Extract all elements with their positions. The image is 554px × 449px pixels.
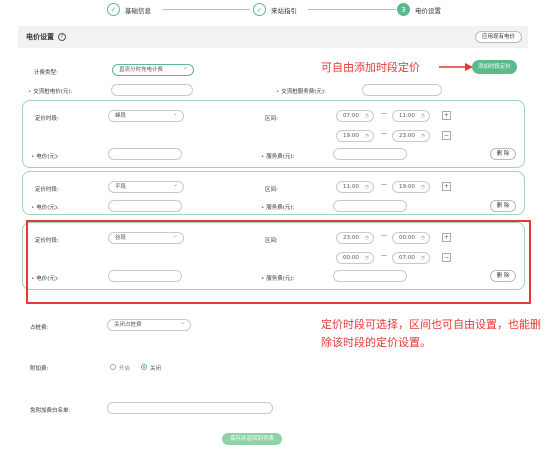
step-directions[interactable]: ✓ 来站指引 <box>253 3 297 16</box>
range-end-input[interactable]: 23:00 <box>392 130 430 142</box>
price-label: 电价(元): <box>31 152 59 160</box>
range-dash: — <box>381 130 387 137</box>
billing-type-label: 计费类型: <box>34 70 58 76</box>
service-fee-label: 服务费(元): <box>261 203 294 211</box>
ac-service-fee-input[interactable] <box>362 84 442 96</box>
range-label: 区间: <box>265 187 278 193</box>
step-label: 基础信息 <box>125 6 151 15</box>
billing-type-select[interactable]: 直流分时充电计费 <box>112 63 194 76</box>
add-period-annotation: 可自由添加时段定价 <box>321 61 420 74</box>
range-start-input[interactable]: 07:00 <box>336 110 374 122</box>
service-fee-label: 服务费(元): <box>261 152 294 160</box>
range-label: 区间: <box>265 116 278 122</box>
add-range-icon[interactable]: + <box>442 182 451 191</box>
step-done-icon: ✓ <box>107 3 120 16</box>
save-and-return-button[interactable]: 保存并返回到列表 <box>222 433 283 445</box>
section-header: 电价设置 ? 应用现有电价 <box>18 26 528 48</box>
period-annotation: 定价时段可选择，区间也可自由设置，也能删除该时段的定价设置。 <box>321 318 541 349</box>
price-label: 电价(元): <box>31 203 59 211</box>
delete-period-button[interactable]: 删 除 <box>490 200 516 212</box>
annotation-arrow-icon <box>439 63 473 71</box>
surcharge-off-label: 关闭 <box>150 366 162 372</box>
surcharge-on-radio[interactable] <box>110 364 116 370</box>
period-card-flat: 定价时段: 平段 区间: 11:00 — 19:00 + 电价(元): 服务费(… <box>22 171 525 215</box>
period-card-peak: 定价时段: 峰段 区间: 07:00 — 11:00 + 19:00 — 23:… <box>22 100 525 168</box>
step-label: 电价设置 <box>415 6 441 15</box>
period-label: 定价时段: <box>35 187 59 193</box>
page-title: 电价设置 <box>26 33 54 41</box>
surcharge-label: 附加费: <box>30 366 49 372</box>
step-connector <box>162 9 250 10</box>
surcharge-on-label: 开启 <box>119 366 131 372</box>
step-connector <box>308 9 396 10</box>
range-end-input[interactable]: 11:00 <box>392 110 430 122</box>
surcharge-off-radio[interactable] <box>141 364 147 370</box>
whitelist-input[interactable] <box>107 402 273 414</box>
whitelist-label: 免附加费白名单: <box>30 408 71 414</box>
stepper: ✓ 基础信息 ✓ 来站指引 3 电价设置 <box>0 0 554 22</box>
occupancy-fee-label: 占桩费: <box>30 325 49 331</box>
range-dash: — <box>381 181 387 188</box>
step-pricing[interactable]: 3 电价设置 <box>397 3 441 16</box>
step-label: 来站指引 <box>271 6 297 15</box>
service-fee-input[interactable] <box>333 200 407 212</box>
ac-service-fee-label: 交流桩服务费(元): <box>276 87 326 95</box>
ac-elec-price-label: 交流桩电价(元): <box>28 87 72 95</box>
highlight-frame <box>26 220 531 304</box>
period-label: 定价时段: <box>35 116 59 122</box>
service-fee-input[interactable] <box>333 148 407 160</box>
range-dash: — <box>381 110 387 117</box>
range-start-input[interactable]: 11:00 <box>336 181 374 193</box>
range-end-input[interactable]: 19:00 <box>392 181 430 193</box>
step-basic-info[interactable]: ✓ 基础信息 <box>107 3 151 16</box>
help-icon[interactable]: ? <box>58 33 66 41</box>
occupancy-fee-select[interactable]: 关闭占桩费 <box>107 318 191 331</box>
price-input[interactable] <box>108 148 182 160</box>
step-done-icon: ✓ <box>253 3 266 16</box>
remove-range-icon[interactable]: − <box>442 131 451 140</box>
price-input[interactable] <box>108 200 182 212</box>
add-range-icon[interactable]: + <box>442 111 451 120</box>
ac-elec-price-input[interactable] <box>111 84 193 96</box>
step-number-icon: 3 <box>397 3 410 16</box>
range-start-input[interactable]: 19:00 <box>336 130 374 142</box>
period-select[interactable]: 平段 <box>108 180 184 193</box>
add-period-button[interactable]: 添加时段定价 <box>472 60 518 74</box>
delete-period-button[interactable]: 删 除 <box>490 148 516 160</box>
apply-existing-price-button[interactable]: 应用现有电价 <box>474 31 522 43</box>
period-select[interactable]: 峰段 <box>108 109 184 122</box>
